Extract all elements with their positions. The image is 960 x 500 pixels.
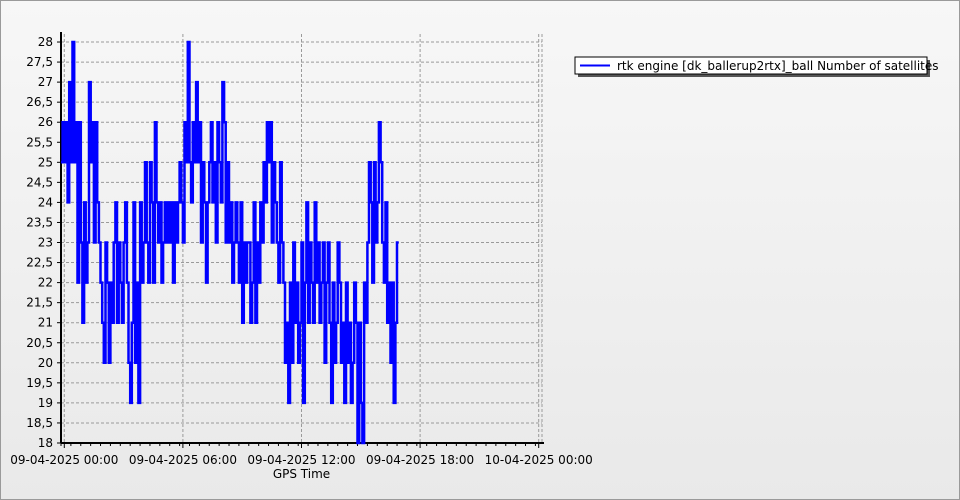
y-tick-label: 18,5: [26, 416, 53, 430]
y-tick-label: 26: [38, 115, 53, 129]
y-tick-label: 18: [38, 436, 53, 450]
y-tick-label: 25,5: [26, 135, 53, 149]
y-tick-label: 20,5: [26, 336, 53, 350]
y-tick-label: 22: [38, 276, 53, 290]
y-axis-ticks: 18 18,5 19 19,5 20 20,5 21 21,5 22 22,5 23 23,5 24 24…: [26, 35, 61, 450]
line-chart: 18 18,5 19 19,5 20 20,5 21 21,5 22 22,5 23 23,5 24 24…: [10, 32, 939, 481]
y-tick-label: 24: [38, 195, 53, 209]
x-tick-label: 09-04-2025 06:00: [129, 453, 237, 467]
x-axis-ticks: 09-04-2025 00:00 09-04-2025 06:00 09-04-20…: [10, 443, 593, 467]
y-tick-label: 24,5: [26, 175, 53, 189]
y-tick-label: 21,5: [26, 296, 53, 310]
y-tick-label: 27,5: [26, 55, 53, 69]
chart-container: 18 18,5 19 19,5 20 20,5 21 21,5 22 22,5 23 23,5 24 24…: [0, 0, 960, 500]
y-tick-label: 23: [38, 236, 53, 250]
y-tick-label: 20: [38, 356, 53, 370]
legend[interactable]: rtk engine [dk_ballerup2rtx]_ball Number…: [574, 56, 939, 77]
x-axis-title: GPS Time: [273, 467, 330, 481]
x-tick-label: 09-04-2025 00:00: [10, 453, 118, 467]
y-tick-label: 19,5: [26, 376, 53, 390]
x-tick-label: 09-04-2025 12:00: [247, 453, 355, 467]
x-tick-label: 10-04-2025 00:00: [485, 453, 593, 467]
y-tick-label: 23,5: [26, 215, 53, 229]
x-tick-label: 09-04-2025 18:00: [366, 453, 474, 467]
y-tick-label: 21: [38, 316, 53, 330]
y-tick-label: 22,5: [26, 256, 53, 270]
y-tick-label: 27: [38, 75, 53, 89]
legend-series-label: rtk engine [dk_ballerup2rtx]_ball Number…: [617, 59, 939, 73]
y-tick-label: 25: [38, 155, 53, 169]
y-tick-label: 28: [38, 35, 53, 49]
y-tick-label: 19: [38, 396, 53, 410]
y-tick-label: 26,5: [26, 95, 53, 109]
